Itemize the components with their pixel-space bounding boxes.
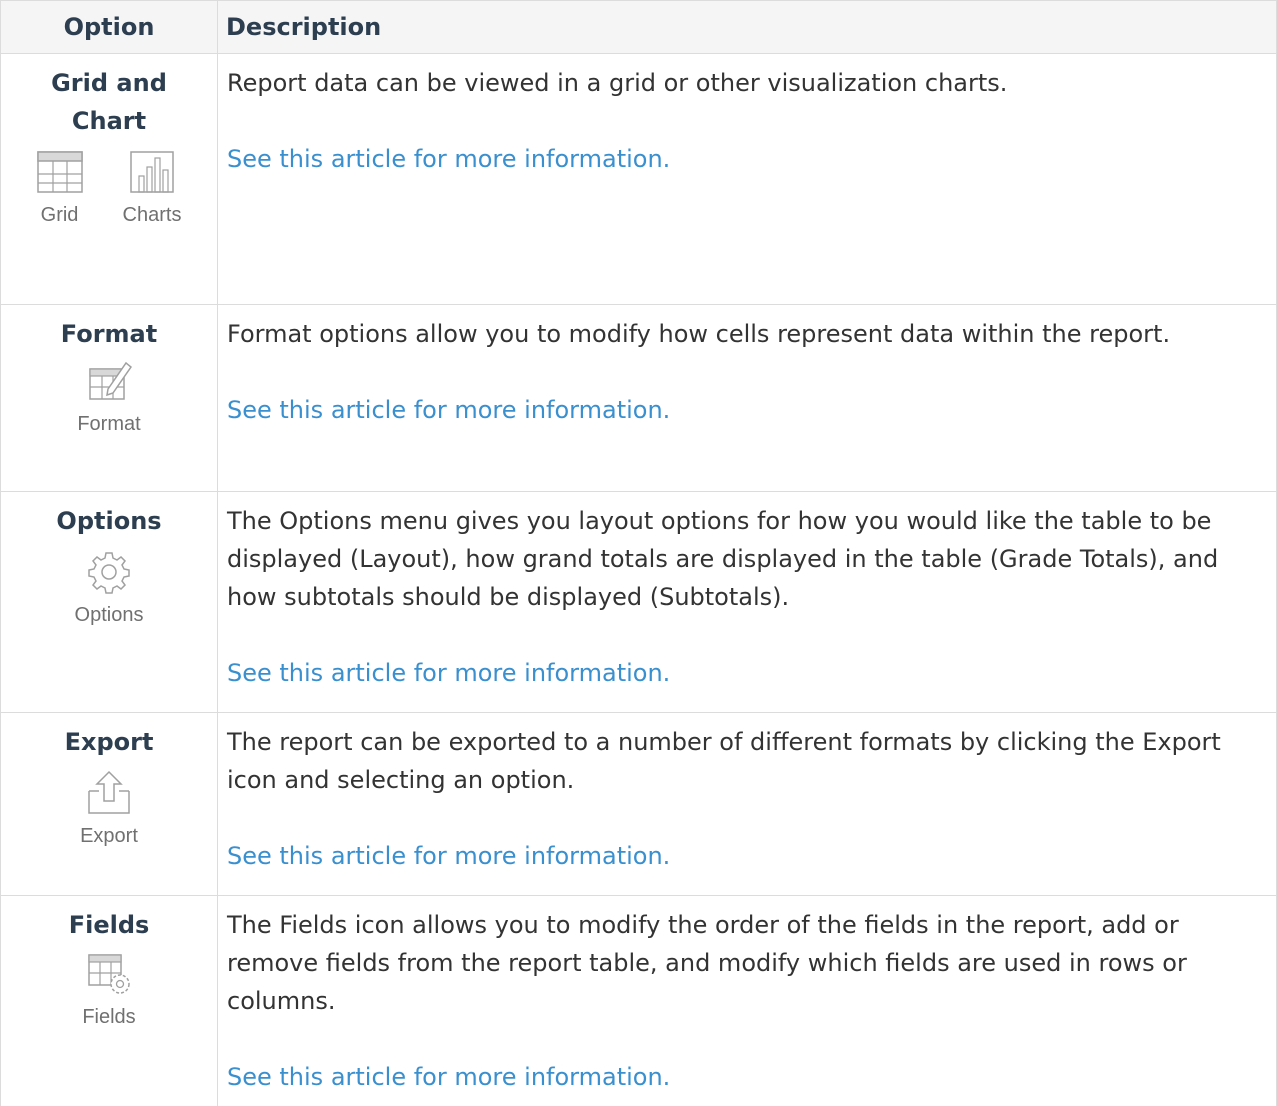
more-info-link[interactable]: See this article for more information. bbox=[227, 1058, 1266, 1096]
grid-label: Grid bbox=[41, 204, 79, 227]
description-column-header: Description bbox=[218, 1, 1277, 54]
charts-label: Charts bbox=[123, 204, 182, 227]
grid-icon bbox=[37, 150, 83, 194]
option-title: Options bbox=[7, 502, 211, 540]
option-cell: Fields Fields bbox=[1, 896, 218, 1106]
options-button[interactable]: Options bbox=[75, 550, 144, 627]
table-row: Options Options The Options menu gives y… bbox=[1, 492, 1277, 713]
table-header-row: Option Description bbox=[1, 1, 1277, 54]
more-info-link[interactable]: See this article for more information. bbox=[227, 837, 1266, 875]
format-icon bbox=[86, 359, 132, 403]
description-text: The report can be exported to a number o… bbox=[227, 723, 1266, 799]
options-label: Options bbox=[75, 604, 144, 627]
more-info-link[interactable]: See this article for more information. bbox=[227, 140, 1266, 178]
format-label: Format bbox=[77, 413, 140, 436]
description-cell: Format options allow you to modify how c… bbox=[218, 305, 1277, 492]
description-text: The Options menu gives you layout option… bbox=[227, 502, 1266, 616]
option-column-header: Option bbox=[1, 1, 218, 54]
description-cell: Report data can be viewed in a grid or o… bbox=[218, 54, 1277, 305]
description-text: The Fields icon allows you to modify the… bbox=[227, 906, 1266, 1020]
description-cell: The Fields icon allows you to modify the… bbox=[218, 896, 1277, 1106]
gear-icon bbox=[87, 550, 131, 594]
description-text: Report data can be viewed in a grid or o… bbox=[227, 64, 1266, 102]
table-row: Export Export The report can be exported bbox=[1, 713, 1277, 896]
option-cell: Options Options bbox=[1, 492, 218, 713]
export-label: Export bbox=[80, 825, 138, 848]
option-title: Grid and Chart bbox=[44, 64, 174, 140]
option-title: Export bbox=[7, 723, 211, 761]
options-table: Option Description Grid and Chart bbox=[0, 0, 1277, 1106]
table-row: Format Format bbox=[1, 305, 1277, 492]
more-info-link[interactable]: See this article for more information. bbox=[227, 391, 1266, 429]
charts-icon bbox=[129, 150, 175, 194]
fields-icon bbox=[86, 952, 132, 996]
fields-button[interactable]: Fields bbox=[82, 952, 135, 1029]
table-row: Grid and Chart Grid bbox=[1, 54, 1277, 305]
more-info-link[interactable]: See this article for more information. bbox=[227, 654, 1266, 692]
option-title: Format bbox=[7, 315, 211, 353]
option-cell: Grid and Chart Grid bbox=[1, 54, 218, 305]
description-cell: The report can be exported to a number o… bbox=[218, 713, 1277, 896]
fields-label: Fields bbox=[82, 1006, 135, 1029]
format-button[interactable]: Format bbox=[77, 359, 140, 436]
description-text: Format options allow you to modify how c… bbox=[227, 315, 1266, 353]
option-cell: Export Export bbox=[1, 713, 218, 896]
option-cell: Format Format bbox=[1, 305, 218, 492]
export-icon bbox=[85, 769, 133, 815]
table-row: Fields Fields bbox=[1, 896, 1277, 1106]
description-cell: The Options menu gives you layout option… bbox=[218, 492, 1277, 713]
grid-button[interactable]: Grid bbox=[37, 150, 83, 227]
export-button[interactable]: Export bbox=[80, 769, 138, 848]
charts-button[interactable]: Charts bbox=[123, 150, 182, 227]
option-title: Fields bbox=[7, 906, 211, 944]
